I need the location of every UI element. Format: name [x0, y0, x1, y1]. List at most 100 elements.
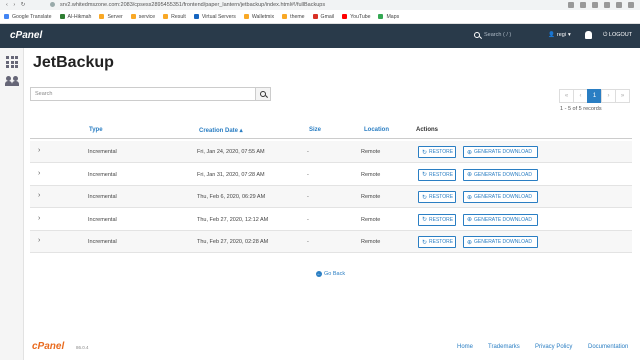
menu-icon[interactable]	[628, 2, 634, 8]
bookmark-label: Walletmix	[251, 13, 275, 20]
search-input[interactable]	[30, 87, 256, 101]
bookmark-label: YouTube	[350, 13, 371, 20]
bookmark-label: Al-Hikmah	[67, 13, 92, 20]
footer-link-trademarks[interactable]: Trademarks	[488, 344, 520, 350]
bookmark-label: Server	[107, 13, 123, 20]
page-title: JetBackup	[33, 54, 114, 71]
bookmark-icon	[378, 14, 384, 19]
extension-icon[interactable]	[604, 2, 610, 8]
chevron-right-icon[interactable]: ›	[38, 215, 40, 222]
extension-icon[interactable]	[580, 2, 586, 8]
bookmark-item[interactable]: Maps	[378, 14, 399, 20]
next-page-button[interactable]: ›	[601, 89, 616, 103]
restore-button[interactable]: ↻ RESTORE	[418, 213, 456, 226]
size-cell: -	[307, 239, 309, 246]
extension-icon[interactable]	[568, 2, 574, 8]
user-menu[interactable]: 👤 regi ▾	[548, 32, 571, 38]
generate-download-button[interactable]: ⊕ GENERATE DOWNLOAD	[463, 236, 538, 249]
search-bar	[30, 87, 272, 101]
size-column-header[interactable]: Size	[309, 127, 321, 133]
bookmark-icon	[312, 14, 318, 19]
bookmark-item[interactable]: Walletmix	[243, 13, 275, 20]
bookmark-item[interactable]: Result	[163, 14, 186, 20]
date-cell: Fri, Jan 24, 2020, 07:55 AM	[197, 149, 265, 155]
restore-button[interactable]: ↻ RESTORE	[418, 191, 456, 204]
restore-button[interactable]: ↻ RESTORE	[418, 236, 456, 249]
chevron-right-icon[interactable]: ›	[38, 237, 40, 244]
cpanel-header: cPanel Search ( / ) 👤 regi ▾ ⏻ LOGOUT	[0, 24, 640, 48]
chevron-right-icon[interactable]: ›	[38, 147, 40, 154]
table-header: Type Creation Date ▴ Size Location Actio…	[30, 125, 632, 139]
first-page-button[interactable]: «	[559, 89, 574, 103]
bookmark-item[interactable]: YouTube	[342, 14, 370, 20]
search-icon	[260, 91, 266, 97]
url-field[interactable]: srv2.whitedmszone.com:2083/cpsess2895455…	[60, 0, 325, 10]
page-1-button[interactable]: 1	[587, 89, 602, 103]
location-cell: Remote	[361, 216, 381, 223]
bookmark-label: Google Translate	[12, 13, 52, 20]
table-row: › Incremental Fri, Jan 31, 2020, 07:28 AM -…	[30, 163, 632, 186]
footer-logo: cPanel	[32, 341, 65, 352]
location-cell: Remote	[361, 239, 381, 246]
refresh-icon: ↻	[422, 194, 428, 201]
generate-download-button[interactable]: ⊕ GENERATE DOWNLOAD	[463, 213, 538, 226]
date-cell: Fri, Jan 31, 2020, 07:28 AM	[197, 171, 265, 178]
bookmark-icon	[163, 14, 169, 19]
bookmark-icon	[282, 14, 288, 19]
users-icon[interactable]	[5, 76, 19, 86]
size-cell: -	[307, 171, 309, 178]
date-cell: Thu, Feb 27, 2020, 12:12 AM	[197, 216, 269, 223]
chevron-right-icon[interactable]: ›	[38, 170, 40, 177]
search-icon	[474, 32, 480, 38]
header-search[interactable]: Search ( / )	[474, 32, 511, 38]
download-icon: ⊕	[467, 172, 473, 179]
logout-button[interactable]: ⏻ LOGOUT	[603, 32, 632, 39]
bookmark-icon	[193, 14, 199, 19]
search-button[interactable]	[256, 87, 271, 101]
footer-link-documentation[interactable]: Documentation	[588, 344, 628, 350]
date-cell: Thu, Feb 6, 2020, 06:29 AM	[197, 194, 266, 201]
bookmark-icon	[243, 14, 249, 19]
type-column-header[interactable]: Type	[89, 127, 103, 133]
bookmark-item[interactable]: Google Translate	[4, 14, 52, 20]
browser-nav-buttons[interactable]: ‹ › ↻	[6, 0, 27, 10]
bookmark-icon	[4, 14, 9, 19]
go-back-link[interactable]: ← Go Back	[316, 271, 345, 277]
version-label: 86.0.4	[76, 345, 89, 350]
footer-link-home[interactable]: Home	[457, 344, 473, 350]
user-icon: 👤	[548, 32, 555, 38]
size-cell: -	[307, 216, 309, 223]
bookmark-icon	[130, 14, 136, 19]
generate-download-button[interactable]: ⊕ GENERATE DOWNLOAD	[463, 191, 538, 204]
generate-download-button[interactable]: ⊕ GENERATE DOWNLOAD	[463, 146, 538, 158]
bookmark-item[interactable]: theme	[282, 14, 305, 20]
refresh-icon: ↻	[422, 149, 428, 156]
refresh-icon: ↻	[422, 172, 428, 179]
generate-download-button[interactable]: ⊕ GENERATE DOWNLOAD	[463, 168, 538, 181]
restore-button[interactable]: ↻ RESTORE	[418, 146, 456, 158]
size-cell: -	[307, 149, 309, 155]
creation-date-column-header[interactable]: Creation Date ▴	[199, 127, 243, 134]
table-row: › Incremental Thu, Feb 27, 2020, 12:12 AM -…	[30, 208, 632, 231]
extension-icon[interactable]	[616, 2, 622, 8]
location-column-header[interactable]: Location	[364, 127, 389, 133]
bookmark-item[interactable]: service	[130, 13, 156, 20]
restore-button[interactable]: ↻ RESTORE	[418, 168, 456, 181]
cpanel-logo[interactable]: cPanel	[10, 30, 42, 41]
bookmark-item[interactable]: Server	[99, 13, 123, 20]
location-cell: Remote	[361, 194, 381, 201]
extension-icon[interactable]	[592, 2, 598, 8]
bell-icon[interactable]	[585, 31, 592, 39]
last-page-button[interactable]: »	[615, 89, 630, 103]
user-name: regi	[556, 32, 567, 38]
bookmark-item[interactable]: Gmail	[312, 14, 334, 20]
bookmark-item[interactable]: Virtual Servers	[193, 14, 236, 20]
table-row: › Incremental Thu, Feb 6, 2020, 06:29 AM - R…	[30, 186, 632, 209]
chevron-right-icon[interactable]: ›	[38, 192, 40, 199]
bookmark-icon	[342, 14, 348, 19]
bookmark-item[interactable]: Al-Hikmah	[59, 13, 92, 20]
bookmark-label: service	[138, 13, 156, 20]
prev-page-button[interactable]: ‹	[573, 89, 588, 103]
grid-icon[interactable]	[6, 56, 18, 68]
footer-link-privacy-policy[interactable]: Privacy Policy	[535, 344, 572, 350]
